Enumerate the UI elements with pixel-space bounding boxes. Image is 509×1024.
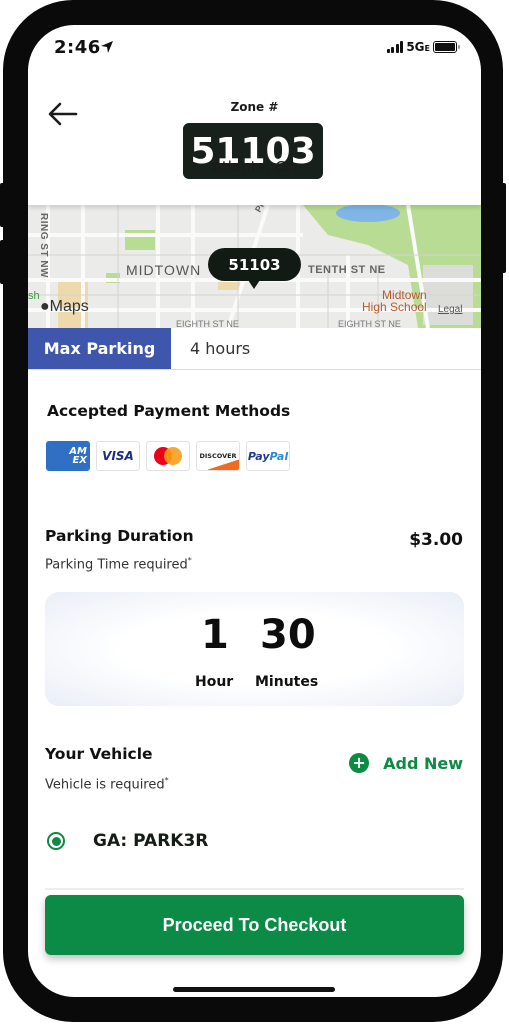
map-label-eighth-st: EIGHTH ST NE [338,319,401,328]
status-indicators: 5GE [386,40,460,54]
zone-header: Zone # 51103 [28,69,481,205]
add-new-vehicle-button[interactable]: + Add New [349,753,463,773]
parking-price: $3.00 [409,530,463,550]
map-label-midtown: MIDTOWN [126,262,202,278]
duration-picker[interactable]: 1 30 Hour Minutes [45,592,464,706]
zone-label: Zone # [230,100,279,114]
paypal-card-icon: PayPal [246,441,290,471]
app-screen: 2:46 5GE Zone # 51103 Atlanta, GA RING S… [28,25,481,997]
phone-side-button [0,240,6,284]
map-label-partial: sh [28,290,40,302]
duration-minutes-label: Minutes [255,674,319,690]
phone-side-button [0,183,6,227]
parking-duration-title: Parking Duration [45,527,194,545]
network-type: 5GE [406,40,430,54]
plus-circle-icon: + [349,753,370,773]
vehicle-plate: GA: PARK3R [93,831,209,851]
max-parking-bar: Max Parking 4 hours [28,328,481,370]
max-parking-value: 4 hours [190,339,251,358]
status-bar: 2:46 5GE [28,25,481,69]
battery-icon [433,41,460,53]
map-label-eighth-st: EIGHTH ST NE [176,319,239,328]
map-label-spring-st: RING ST NW [38,213,49,278]
visa-card-icon: VISA [96,441,140,471]
vehicle-required-note: Vehicle is required* [45,776,169,793]
discover-card-icon: DISCOVER [196,441,240,471]
parking-time-required-note: Parking Time required* [45,556,192,573]
vehicle-radio-selected[interactable] [47,832,65,850]
vehicle-option[interactable]: GA: PARK3R [47,831,208,851]
duration-hour-label: Hour [195,674,234,690]
map-label-school: Midtown High School [362,288,427,314]
zone-map[interactable]: RING ST NW PIEDM MIDTOWN TENTH ST NE sh … [28,205,481,328]
add-new-label: Add New [383,753,463,773]
payment-methods-list: AM EX VISA DISCOVER PayPal [46,441,290,471]
duration-minutes-value[interactable]: 30 [260,612,316,658]
home-indicator[interactable] [173,987,335,992]
map-label-tenth-st: TENTH ST NE [308,264,386,276]
phone-frame: 2:46 5GE Zone # 51103 Atlanta, GA RING S… [0,0,506,1022]
maps-attribution: ●Maps [40,298,89,315]
divider [45,888,464,890]
max-parking-label: Max Parking [28,328,171,369]
zone-city: Atlanta, GA [211,158,298,176]
vehicle-title: Your Vehicle [45,745,153,763]
payment-methods-title: Accepted Payment Methods [47,402,291,420]
map-zone-pin[interactable]: 51103 [208,248,301,289]
mastercard-card-icon [146,441,190,471]
duration-hours-value[interactable]: 1 [201,612,229,658]
apple-logo-icon: ● [40,298,50,315]
status-time: 2:46 [54,37,101,58]
map-legal-link[interactable]: Legal [438,304,462,315]
proceed-to-checkout-button[interactable]: Proceed To Checkout [45,895,464,955]
location-arrow-icon [101,41,113,53]
signal-icon [386,41,404,53]
amex-card-icon: AM EX [46,441,90,471]
phone-power-button [500,183,506,273]
